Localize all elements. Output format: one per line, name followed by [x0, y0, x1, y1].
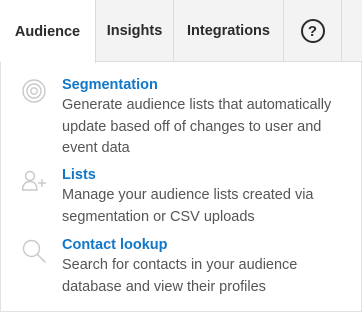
tab-integrations[interactable]: Integrations: [174, 0, 284, 62]
search-icon: [21, 238, 47, 264]
contact-lookup-link[interactable]: Contact lookup: [62, 237, 168, 253]
tab-audience-label: Audience: [14, 23, 81, 40]
segmentation-link[interactable]: Segmentation: [62, 77, 158, 93]
audience-menu: Audience Insights Integrations ? Segment…: [0, 0, 362, 312]
audience-panel: Segmentation Generate audience lists tha…: [0, 62, 362, 312]
contact-lookup-description: Search for contacts in your audience dat…: [62, 257, 298, 295]
tab-insights[interactable]: Insights: [96, 0, 174, 62]
target-icon: [21, 78, 47, 104]
tab-audience[interactable]: Audience: [0, 0, 96, 63]
segmentation-description: Generate audience lists that automatical…: [62, 97, 332, 156]
tab-bar: Audience Insights Integrations ?: [0, 0, 362, 63]
lists-description: Manage your audience lists created via s…: [62, 187, 314, 225]
tab-insights-label: Insights: [106, 23, 163, 39]
tab-integrations-label: Integrations: [187, 23, 270, 39]
question-circle-icon: ?: [300, 19, 325, 43]
add-user-icon: [21, 168, 47, 194]
tab-help[interactable]: ?: [284, 0, 342, 62]
lists-link[interactable]: Lists: [62, 167, 96, 183]
help-glyph: ?: [307, 22, 318, 40]
